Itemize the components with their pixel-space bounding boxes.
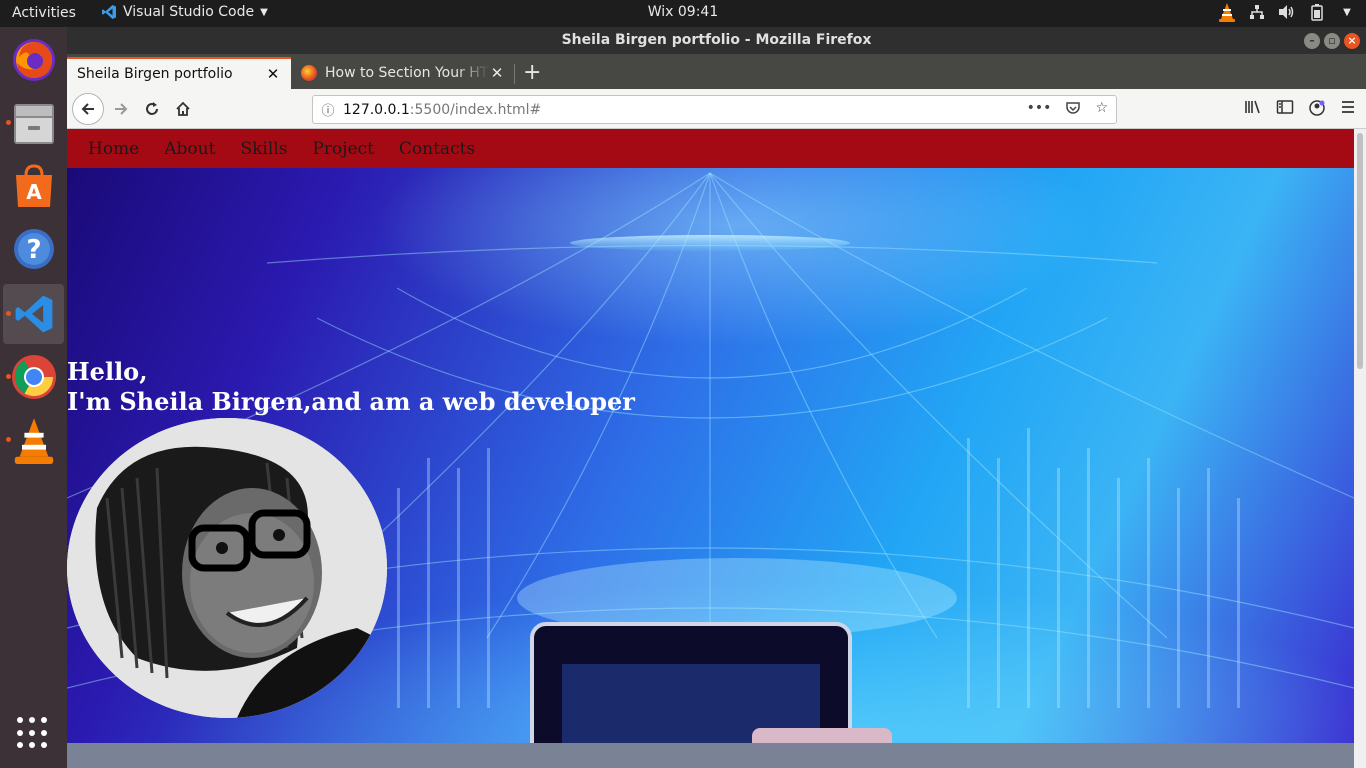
url-bar[interactable]: ⓘ 127.0.0.1:5500/index.html# ••• ☆ xyxy=(312,95,1117,124)
page-viewport: Home About Skills Project Contacts Hello… xyxy=(67,129,1354,768)
running-indicator xyxy=(6,437,11,442)
tab-separator xyxy=(514,64,515,84)
greeting-line-1: Hello, xyxy=(67,357,148,386)
firefox-window: Sheila Birgen portfolio - Mozilla Firefo… xyxy=(67,27,1366,768)
home-icon xyxy=(176,101,190,116)
page-scrollbar[interactable] xyxy=(1354,129,1366,768)
window-titlebar[interactable]: Sheila Birgen portfolio - Mozilla Firefo… xyxy=(67,27,1366,54)
vscode-icon xyxy=(15,295,52,333)
system-tray[interactable]: ▼ xyxy=(1218,3,1356,22)
running-indicator xyxy=(6,374,11,379)
hero-section: Hello, I'm Sheila Birgen,and am a web de… xyxy=(67,168,1354,743)
svg-text:A: A xyxy=(26,180,42,204)
close-tab-icon[interactable]: ✕ xyxy=(489,64,505,82)
help-icon: ? xyxy=(13,229,54,269)
toolbar-right xyxy=(1244,99,1356,121)
running-indicator xyxy=(6,120,11,125)
system-top-bar: Activities Visual Studio Code ▼ Wix 09:4… xyxy=(0,0,1366,27)
profile-photo-image xyxy=(67,418,387,718)
window-title: Sheila Birgen portfolio - Mozilla Firefo… xyxy=(561,32,872,48)
arrow-left-icon xyxy=(81,103,94,115)
new-tab-button[interactable]: + xyxy=(523,60,541,85)
vlc-icon xyxy=(14,418,53,464)
chrome-icon xyxy=(11,355,56,399)
clock[interactable]: Wix 09:41 xyxy=(0,4,1366,20)
battery-icon[interactable] xyxy=(1308,3,1326,21)
tab-label: Sheila Birgen portfolio xyxy=(77,66,233,82)
tab-label: How to Section Your HTML xyxy=(325,65,489,81)
firefox-icon xyxy=(301,65,317,81)
greeting-line-2: I'm Sheila Birgen,and am a web developer xyxy=(67,387,635,416)
reload-button[interactable] xyxy=(138,95,166,123)
dock-chrome[interactable] xyxy=(3,347,64,407)
url-path: :5500/index.html# xyxy=(409,101,542,118)
dock-vlc[interactable] xyxy=(3,410,64,470)
forward-button[interactable] xyxy=(107,95,135,123)
window-controls: – ▫ × xyxy=(1304,33,1360,49)
firefox-icon xyxy=(12,39,55,81)
arrow-right-icon xyxy=(115,103,128,115)
scrollbar-thumb[interactable] xyxy=(1357,133,1363,369)
home-button[interactable] xyxy=(169,95,197,123)
site-navbar: Home About Skills Project Contacts xyxy=(67,129,1354,168)
navigation-toolbar: ⓘ 127.0.0.1:5500/index.html# ••• ☆ xyxy=(67,89,1366,129)
tab-bar: Sheila Birgen portfolio ✕ How to Section… xyxy=(67,54,1366,89)
library-icon[interactable] xyxy=(1244,99,1262,121)
reload-icon xyxy=(146,102,158,115)
tab-section-html[interactable]: How to Section Your HTML ✕ xyxy=(291,57,515,89)
close-tab-icon[interactable]: ✕ xyxy=(265,65,281,83)
nav-home-link[interactable]: Home xyxy=(88,139,139,159)
info-icon[interactable]: ⓘ xyxy=(313,100,343,119)
maximize-button[interactable]: ▫ xyxy=(1324,33,1340,49)
hero-greeting: Hello, I'm Sheila Birgen,and am a web de… xyxy=(67,357,635,417)
hamburger-menu-icon[interactable] xyxy=(1340,99,1356,121)
dock-firefox[interactable] xyxy=(3,30,64,90)
minimize-button[interactable]: – xyxy=(1304,33,1320,49)
svg-text:?: ? xyxy=(26,235,41,265)
sidebar-icon[interactable] xyxy=(1276,99,1294,121)
chevron-down-icon[interactable]: ▼ xyxy=(1338,3,1356,21)
dock: A ? xyxy=(0,27,67,768)
url-host: 127.0.0.1 xyxy=(343,101,410,118)
close-window-button[interactable]: × xyxy=(1344,33,1360,49)
nav-about-link[interactable]: About xyxy=(164,139,215,159)
volume-icon[interactable] xyxy=(1278,3,1296,21)
files-icon xyxy=(13,104,54,144)
nav-project-link[interactable]: Project xyxy=(312,139,373,159)
dock-help[interactable]: ? xyxy=(3,219,64,279)
network-icon[interactable] xyxy=(1248,3,1266,21)
back-button[interactable] xyxy=(72,93,104,125)
profile-photo xyxy=(67,418,387,718)
nav-contacts-link[interactable]: Contacts xyxy=(399,139,475,159)
vlc-tray-icon[interactable] xyxy=(1218,3,1236,22)
pocket-icon[interactable] xyxy=(1065,100,1081,120)
account-icon[interactable] xyxy=(1308,99,1326,121)
bookmark-star-icon[interactable]: ☆ xyxy=(1095,100,1108,120)
nav-skills-link[interactable]: Skills xyxy=(240,139,287,159)
dock-software-center[interactable]: A xyxy=(3,156,64,216)
tab-portfolio[interactable]: Sheila Birgen portfolio ✕ xyxy=(67,57,291,89)
running-indicator xyxy=(6,311,11,316)
dock-files[interactable] xyxy=(3,93,64,153)
page-actions-icon[interactable]: ••• xyxy=(1027,100,1052,120)
software-center-icon: A xyxy=(15,164,52,207)
next-section-strip xyxy=(67,743,1354,768)
dock-vscode[interactable] xyxy=(3,284,64,344)
show-applications-button[interactable] xyxy=(17,717,49,749)
